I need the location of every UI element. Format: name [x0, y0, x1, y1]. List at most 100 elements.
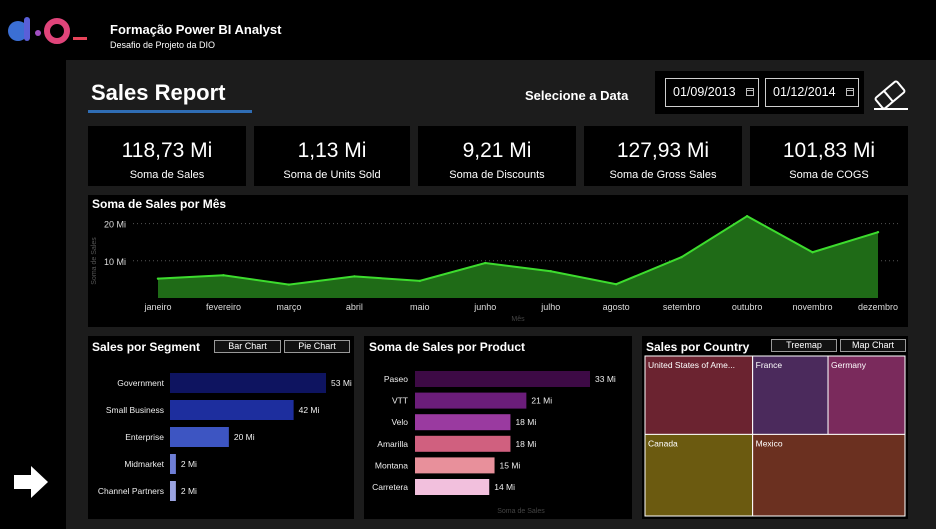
bar	[170, 427, 229, 447]
data-point	[353, 275, 356, 278]
kpi-card-gross-sales: 127,93 Mi Soma de Gross Sales	[584, 126, 742, 186]
data-label: 2 Mi	[181, 459, 197, 469]
bar	[415, 479, 490, 495]
clear-filters-eraser-icon[interactable]	[870, 78, 910, 112]
data-point	[418, 279, 422, 283]
data-label: 2 Mi	[181, 486, 197, 496]
data-point	[811, 251, 814, 254]
bar	[170, 400, 294, 420]
end-date-input[interactable]: 01/12/2014	[765, 78, 859, 107]
kpi-label: Soma de Sales	[129, 169, 205, 181]
category-label: Montana	[375, 460, 408, 470]
treemap-label: France	[756, 360, 783, 370]
treemap-label: Germany	[831, 360, 867, 370]
x-tick-label: julho	[540, 302, 560, 312]
data-label: 53 Mi	[331, 378, 352, 388]
sales-by-country-treemap: United States of Ame... France Germany Cana…	[644, 355, 906, 517]
page-title: Sales Report	[91, 80, 226, 105]
data-label: 21 Mi	[531, 396, 552, 406]
x-tick-label: março	[276, 302, 301, 312]
sales-by-month-chart: Soma de Sales 10 Mi 20 Mi janeiro fevereiro m…	[91, 214, 898, 323]
kpi-card-cogs: 101,83 Mi Soma de COGS	[750, 126, 908, 186]
kpi-value: 101,83 Mi	[782, 139, 876, 162]
category-label: Velo	[391, 417, 408, 427]
category-label: Enterprise	[125, 432, 164, 442]
start-date-input[interactable]: 01/09/2013	[665, 78, 759, 107]
bar	[415, 392, 527, 409]
data-point	[222, 274, 225, 277]
start-date-value: 01/09/2013	[673, 85, 736, 99]
y-axis-title: Soma de Sales	[91, 237, 98, 285]
x-tick-label: setembro	[663, 302, 701, 312]
sales-by-product-chart: Paseo 33 Mi VTT 21 Mi Velo 18 Mi Amarilla 18 Mi…	[372, 371, 616, 515]
data-label: 14 Mi	[494, 482, 515, 492]
data-point	[156, 277, 160, 280]
category-label: VTT	[392, 396, 408, 406]
data-label: 18 Mi	[515, 417, 536, 427]
x-axis-title: Soma de Sales	[497, 508, 545, 515]
x-tick-label: outubro	[732, 302, 763, 312]
x-axis-title: Mês	[511, 316, 525, 323]
bar	[415, 371, 590, 387]
data-point	[614, 283, 618, 286]
data-label: 18 Mi	[515, 439, 536, 449]
calendar-icon[interactable]	[846, 88, 854, 96]
y-tick-label: 10 Mi	[104, 257, 126, 267]
calendar-icon[interactable]	[746, 88, 754, 96]
kpi-value: 9,21 Mi	[462, 139, 532, 162]
bar	[415, 457, 495, 474]
treemap-label: Mexico	[756, 438, 783, 448]
category-label: Government	[117, 378, 164, 388]
data-label: 42 Mi	[299, 405, 320, 415]
x-tick-label: junho	[473, 302, 496, 312]
x-tick-label: fevereiro	[206, 302, 241, 312]
date-filter-label: Selecione a Data	[525, 88, 629, 103]
app-subtitle: Desafio de Projeto da DIO	[110, 40, 216, 50]
kpi-card-units-sold: 1,13 Mi Soma de Units Sold	[254, 126, 410, 186]
bar	[170, 454, 176, 474]
data-label: 20 Mi	[234, 432, 255, 442]
end-date-value: 01/12/2014	[773, 85, 836, 99]
kpi-value: 118,73 Mi	[121, 139, 213, 162]
left-rail	[0, 62, 66, 529]
category-label: Amarilla	[377, 439, 408, 449]
x-tick-label: abril	[346, 302, 363, 312]
title-underline	[88, 110, 252, 113]
bar	[415, 435, 511, 452]
x-tick-label: maio	[410, 302, 430, 312]
category-label: Paseo	[384, 374, 408, 384]
data-point	[745, 214, 749, 218]
bar	[170, 373, 326, 393]
kpi-label: Soma de Units Sold	[283, 169, 381, 181]
treemap-label: Canada	[648, 438, 678, 448]
kpi-label: Soma de Discounts	[449, 169, 545, 181]
data-point	[680, 255, 683, 259]
kpi-card-discounts: 9,21 Mi Soma de Discounts	[418, 126, 576, 186]
data-point	[484, 261, 487, 265]
x-tick-label: dezembro	[858, 302, 898, 312]
category-label: Midmarket	[124, 459, 164, 469]
next-page-arrow-icon[interactable]	[12, 464, 50, 500]
kpi-value: 1,13 Mi	[297, 139, 367, 162]
app-title: Formação Power BI Analyst	[110, 22, 282, 37]
x-tick-label: janeiro	[143, 302, 171, 312]
bar	[170, 481, 176, 501]
kpi-card-sales: 118,73 Mi Soma de Sales	[88, 126, 246, 186]
data-point	[287, 283, 291, 286]
category-label: Channel Partners	[98, 486, 164, 496]
x-tick-label: agosto	[603, 302, 630, 312]
data-label: 15 Mi	[500, 460, 521, 470]
treemap-label: United States of Ame...	[648, 360, 735, 370]
category-label: Small Business	[106, 405, 164, 415]
kpi-label: Soma de COGS	[789, 169, 869, 181]
data-point	[876, 230, 880, 234]
bar	[415, 414, 511, 431]
kpi-label: Soma de Gross Sales	[609, 169, 717, 181]
dio-logo	[8, 17, 87, 44]
x-tick-label: novembro	[793, 302, 833, 312]
data-point	[549, 270, 552, 273]
kpi-value: 127,93 Mi	[616, 139, 710, 162]
data-label: 33 Mi	[595, 374, 616, 384]
category-label: Carretera	[372, 482, 408, 492]
y-tick-label: 20 Mi	[104, 220, 126, 230]
